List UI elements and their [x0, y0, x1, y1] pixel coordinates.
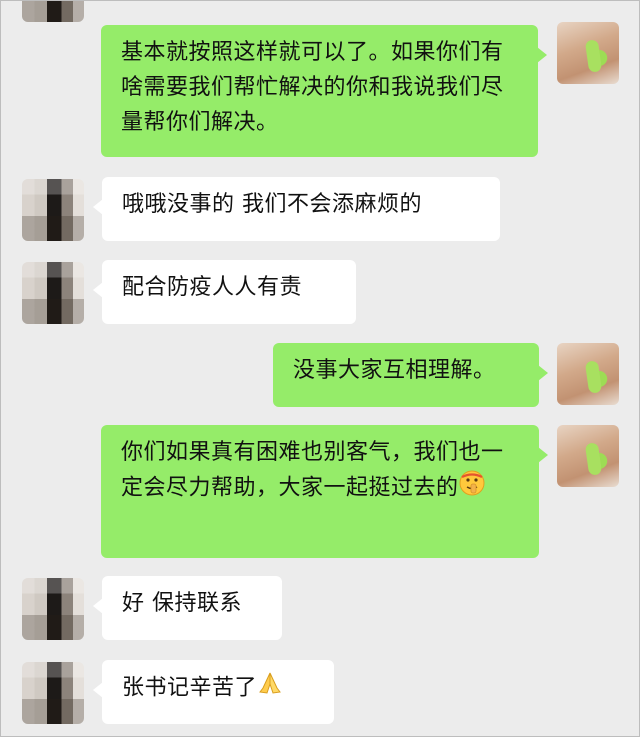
avatar-self[interactable] — [557, 425, 619, 487]
avatar-self[interactable] — [557, 22, 619, 84]
message-bubble-sent[interactable]: 基本就按照这样就可以了。如果你们有啥需要我们帮忙解决的你和我说我们尽量帮你们解决… — [101, 25, 547, 157]
message-text: 你们如果真有困难也别客气，我们也一定会尽力帮助，大家一起挺过去的 — [121, 440, 504, 501]
avatar-self[interactable] — [557, 343, 619, 405]
message-bubble-received[interactable]: 张书记辛苦了 — [93, 660, 334, 724]
avatar-contact[interactable] — [22, 0, 84, 22]
message-bubble-sent[interactable]: 没事大家互相理解。 — [273, 343, 548, 407]
avatar-contact[interactable] — [22, 262, 84, 324]
message-text: 好 保持联系 — [122, 591, 242, 616]
message-text: 基本就按照这样就可以了。如果你们有啥需要我们帮忙解决的你和我说我们尽量帮你们解决… — [121, 40, 504, 135]
folded-hands-emoji — [257, 670, 283, 707]
message-text: 张书记辛苦了 — [122, 675, 258, 701]
shushing-face-emoji — [459, 470, 485, 507]
avatar-contact[interactable] — [22, 662, 84, 724]
message-text: 没事大家互相理解。 — [293, 358, 496, 383]
message-text: 哦哦没事的 我们不会添麻烦的 — [122, 192, 422, 217]
message-text: 配合防疫人人有责 — [122, 275, 303, 300]
message-bubble-received[interactable]: 哦哦没事的 我们不会添麻烦的 — [93, 177, 500, 241]
message-bubble-sent[interactable]: 你们如果真有困难也别客气，我们也一定会尽力帮助，大家一起挺过去的 — [101, 425, 548, 558]
message-bubble-received[interactable]: 配合防疫人人有责 — [93, 260, 356, 324]
message-bubble-received[interactable]: 好 保持联系 — [93, 576, 282, 640]
avatar-contact[interactable] — [22, 179, 84, 241]
avatar-contact[interactable] — [22, 578, 84, 640]
